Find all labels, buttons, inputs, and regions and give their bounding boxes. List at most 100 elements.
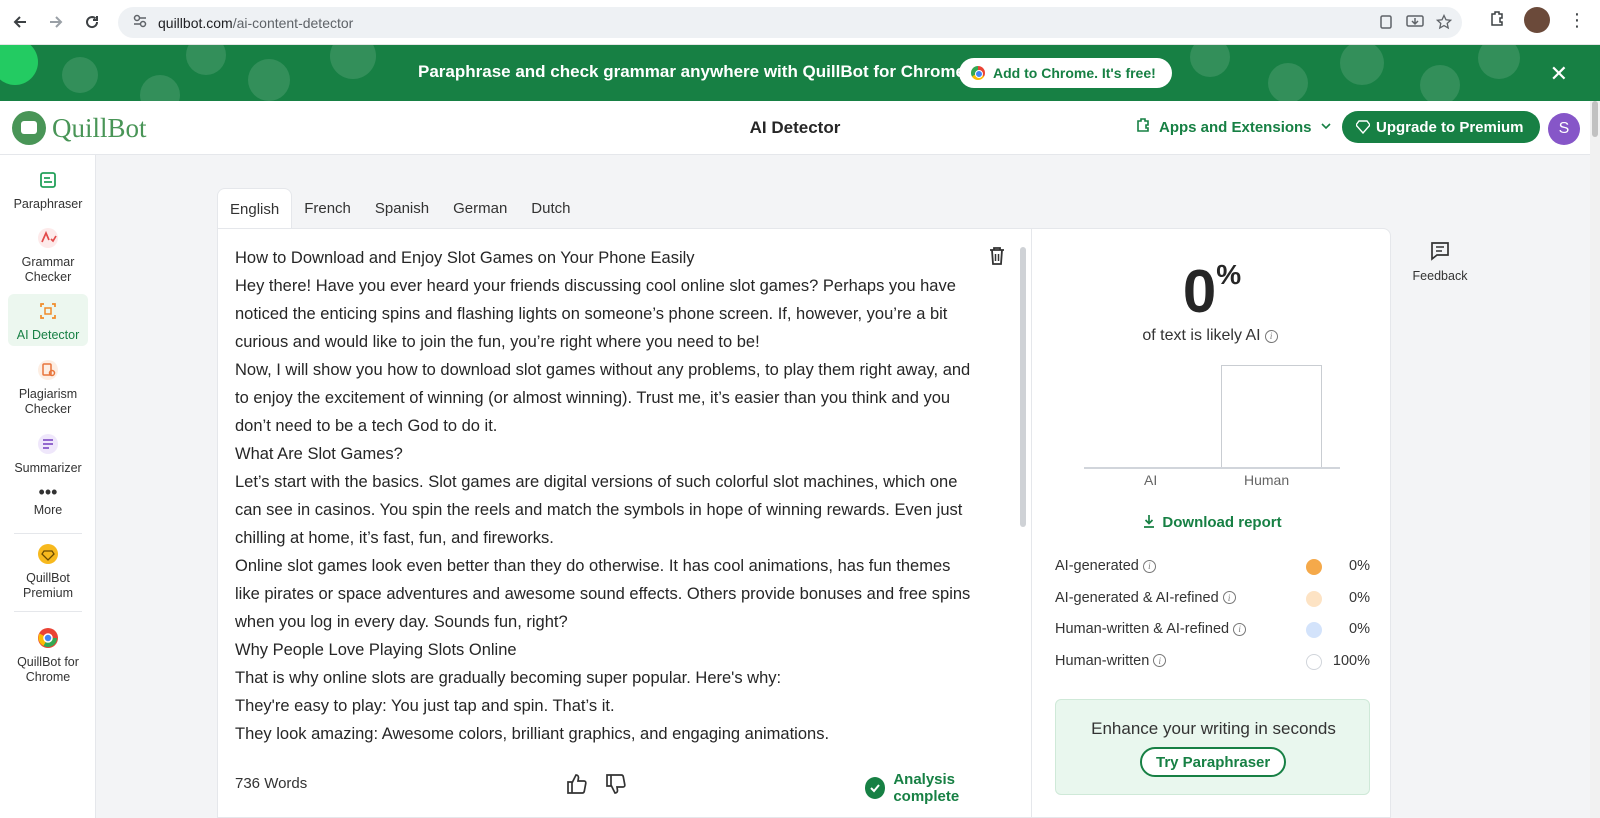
sidebar-item-label: QuillBot for Chrome — [17, 655, 79, 684]
sidebar-item-quillbot-premium[interactable]: QuillBot Premium — [8, 537, 88, 603]
legend-value: 0% — [1349, 621, 1370, 637]
sidebar-item-paraphraser[interactable]: Paraphraser — [8, 163, 88, 215]
url-host: quillbot.com — [158, 14, 233, 31]
tab-german[interactable]: German — [441, 188, 519, 228]
page-scrollbar[interactable] — [1590, 101, 1600, 818]
sidebar-divider — [14, 611, 82, 612]
chart-label-ai: AI — [1144, 472, 1158, 488]
apps-extensions-menu[interactable]: Apps and Extensions — [1135, 117, 1332, 137]
thumbs-up-icon[interactable] — [565, 772, 589, 801]
decor-bubble-icon — [330, 45, 376, 79]
try-paraphraser-button[interactable]: Try Paraphraser — [1140, 747, 1287, 777]
sidebar-item-more[interactable]: ••• More — [8, 481, 88, 527]
ai-detector-icon — [37, 300, 59, 322]
ai-percentage-caption: of text is likely AI i — [1032, 327, 1388, 345]
tab-search-icon[interactable] — [1378, 14, 1394, 33]
chrome-logo-icon — [971, 66, 985, 80]
paraphraser-icon — [37, 169, 59, 191]
info-icon[interactable]: i — [1153, 654, 1167, 667]
decor-bubble-icon — [1340, 45, 1384, 85]
summarizer-icon — [37, 433, 59, 455]
install-app-icon[interactable] — [1406, 14, 1424, 33]
forward-icon[interactable] — [40, 6, 72, 38]
browser-menu-icon[interactable]: ⋮ — [1568, 10, 1586, 31]
address-bar[interactable]: quillbot.com/ai-content-detector — [118, 7, 1462, 38]
tab-french[interactable]: French — [292, 188, 363, 228]
chart-baseline — [1084, 467, 1340, 469]
legend-dot — [1306, 653, 1322, 670]
decor-bubble-icon — [1190, 45, 1230, 77]
analysis-status-label: Analysis complete — [893, 771, 960, 805]
trash-icon[interactable] — [988, 246, 1006, 271]
grammar-checker-icon — [37, 227, 59, 249]
info-icon[interactable]: i — [1233, 622, 1247, 636]
sidebar-item-label: Plagiarism Checker — [18, 387, 78, 416]
legend-label: Human-written & AI-refined — [1055, 621, 1230, 637]
info-icon[interactable]: i — [1142, 559, 1156, 573]
puzzle-icon — [1135, 117, 1151, 137]
promo-banner: Paraphrase and check grammar anywhere wi… — [0, 45, 1600, 101]
chart-label-human: Human — [1244, 472, 1290, 488]
ai-human-bar-chart: AI Human — [1084, 357, 1340, 488]
word-count: 736 Words — [235, 775, 308, 792]
download-report-label: Download report — [1162, 514, 1282, 531]
legend-dot — [1306, 559, 1322, 575]
legend-dot — [1306, 590, 1322, 607]
text-paragraph: They're easy to play: You just tap and s… — [235, 697, 615, 715]
ai-percent-value: 0 — [1182, 258, 1217, 325]
text-paragraph: Online slot games look even better than … — [235, 557, 971, 631]
user-avatar[interactable]: S — [1548, 113, 1580, 145]
app-header: QuillBot AI Detector Apps and Extensions… — [0, 101, 1600, 155]
legend-label: AI-generated — [1055, 558, 1139, 574]
info-icon[interactable]: i — [1264, 329, 1278, 343]
legend-row-ai-generated: AI-generated i 0% — [1055, 554, 1370, 586]
reload-icon[interactable] — [76, 6, 108, 38]
back-icon[interactable] — [4, 6, 36, 38]
close-icon[interactable]: ✕ — [1550, 61, 1568, 87]
site-info-icon[interactable] — [132, 13, 148, 32]
info-icon[interactable]: i — [1222, 591, 1236, 604]
tab-dutch[interactable]: Dutch — [519, 188, 582, 228]
sidebar-item-grammar-checker[interactable]: Grammar Checker — [8, 221, 88, 287]
legend-value: 0% — [1349, 558, 1370, 574]
sidebar-item-quillbot-for-chrome[interactable]: QuillBot for Chrome — [8, 621, 88, 691]
decor-bubble-icon — [1268, 63, 1308, 101]
extensions-icon[interactable] — [1488, 9, 1506, 32]
browser-profile-avatar[interactable] — [1524, 7, 1550, 33]
feedback-button[interactable]: Feedback — [1410, 240, 1470, 283]
add-to-chrome-button[interactable]: Add to Chrome. It's free! — [959, 58, 1172, 88]
sidebar-item-summarizer[interactable]: Summarizer — [8, 427, 88, 479]
sidebar-item-label: Grammar Checker — [21, 255, 75, 284]
sidebar-item-label: Paraphraser — [13, 197, 83, 211]
bookmark-star-icon[interactable] — [1435, 13, 1453, 33]
results-card: 0% of text is likely AI i AI Human Downlo… — [1031, 228, 1391, 818]
thumbs-down-icon[interactable] — [604, 772, 628, 801]
diamond-icon — [1355, 120, 1371, 138]
sidebar-item-plagiarism-checker[interactable]: Plagiarism Checker — [8, 353, 88, 419]
upgrade-to-premium-button[interactable]: Upgrade to Premium — [1342, 111, 1540, 143]
text-editor-card: How to Download and Enjoy Slot Games on … — [217, 228, 1031, 818]
editor-scrollbar[interactable] — [1020, 247, 1026, 527]
sidebar-item-label: More — [33, 503, 63, 517]
text-paragraph: How to Download and Enjoy Slot Games on … — [235, 249, 695, 267]
plagiarism-checker-icon — [37, 359, 59, 381]
text-paragraph: Now, I will show you how to download slo… — [235, 361, 971, 435]
tab-spanish[interactable]: Spanish — [363, 188, 441, 228]
sidebar-divider — [14, 533, 82, 534]
text-input-area[interactable]: How to Download and Enjoy Slot Games on … — [235, 244, 975, 749]
percent-sign: % — [1216, 259, 1242, 290]
legend-row-ai-generated-refined: AI-generated & AI-refined i 0% — [1055, 586, 1370, 618]
legend-label: Human-written — [1055, 652, 1150, 669]
check-circle-icon — [865, 777, 886, 799]
text-paragraph: Let’s start with the basics. Slot games … — [235, 473, 963, 547]
sidebar-item-label: Summarizer — [14, 461, 82, 475]
upgrade-label: Upgrade to Premium — [1376, 118, 1524, 136]
sidebar-item-label: AI Detector — [16, 328, 80, 342]
apps-extensions-label: Apps and Extensions — [1159, 118, 1312, 136]
sidebar-item-ai-detector[interactable]: AI Detector — [8, 294, 88, 346]
legend-value: 100% — [1332, 652, 1370, 669]
tab-english[interactable]: English — [217, 188, 293, 229]
enhance-title: Enhance your writing in seconds — [1091, 719, 1336, 738]
text-paragraph: They look amazing: Awesome colors, brill… — [235, 725, 830, 743]
download-report-button[interactable]: Download report — [1032, 514, 1392, 531]
